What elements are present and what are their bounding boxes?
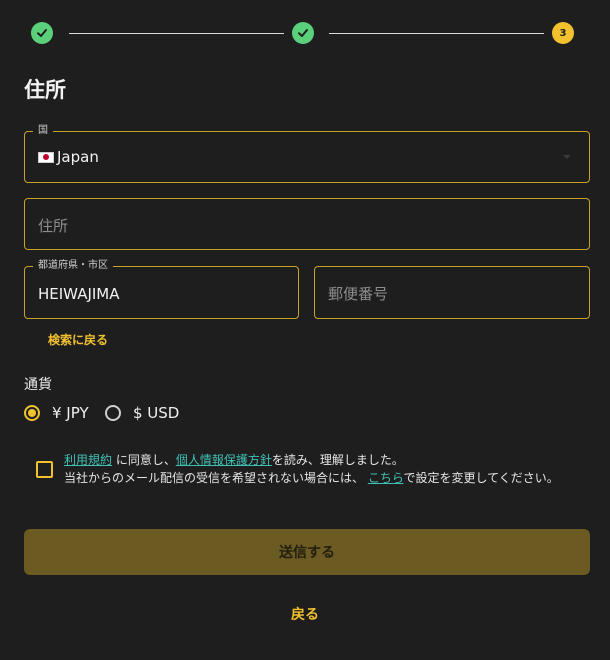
terms-text-4: で設定を変更してください。 — [403, 471, 559, 485]
address-input[interactable]: 住所 — [24, 198, 590, 250]
country-select[interactable]: 国 Japan — [24, 124, 590, 183]
step-connector — [329, 33, 544, 34]
currency-title: 通貨 — [24, 377, 52, 393]
prefecture-input[interactable]: 都道府県・市区 HEIWAJIMA — [24, 259, 299, 319]
radio-unchecked-icon — [105, 405, 121, 421]
terms-link[interactable]: 利用規約 — [64, 453, 112, 467]
chevron-down-icon — [563, 155, 571, 159]
prefecture-value: HEIWAJIMA — [38, 285, 120, 303]
currency-usd-label: $ USD — [133, 404, 180, 422]
currency-jpy-label: ¥ JPY — [52, 404, 89, 422]
terms-checkbox[interactable] — [36, 461, 53, 478]
submit-button[interactable]: 送信する — [24, 529, 590, 575]
postal-code-input[interactable]: 郵便番号 — [314, 266, 590, 319]
postal-placeholder: 郵便番号 — [328, 285, 389, 303]
terms-text: 利用規約 に同意し、個人情報保護方針を読み、理解しました。当社からのメール配信の… — [64, 451, 594, 487]
progress-stepper: 3 — [0, 0, 610, 66]
back-button[interactable]: 戻る — [0, 604, 610, 624]
page-title: 住所 — [24, 78, 66, 102]
step-connector — [69, 33, 284, 34]
address-placeholder: 住所 — [38, 217, 69, 235]
step-3-current: 3 — [552, 22, 574, 44]
country-name: Japan — [57, 148, 99, 166]
email-settings-link[interactable]: こちら — [368, 471, 404, 485]
terms-text-3: 当社からのメール配信の受信を希望されない場合には、 — [64, 471, 368, 485]
back-to-search-link[interactable]: 検索に戻る — [48, 331, 108, 348]
terms-text-1: に同意し、 — [112, 453, 176, 467]
country-value: Japan — [38, 148, 99, 166]
currency-jpy-radio[interactable]: ¥ JPY — [24, 404, 89, 422]
step-1-complete-icon — [31, 22, 53, 44]
radio-checked-icon — [24, 405, 40, 421]
currency-usd-radio[interactable]: $ USD — [105, 404, 179, 422]
step-2-complete-icon — [292, 22, 314, 44]
japan-flag-icon — [38, 152, 54, 163]
terms-text-2: を読み、理解しました。 — [271, 453, 404, 467]
privacy-policy-link[interactable]: 個人情報保護方針 — [176, 453, 272, 467]
prefecture-label: 都道府県・市区 — [33, 259, 113, 273]
country-label: 国 — [33, 124, 53, 138]
